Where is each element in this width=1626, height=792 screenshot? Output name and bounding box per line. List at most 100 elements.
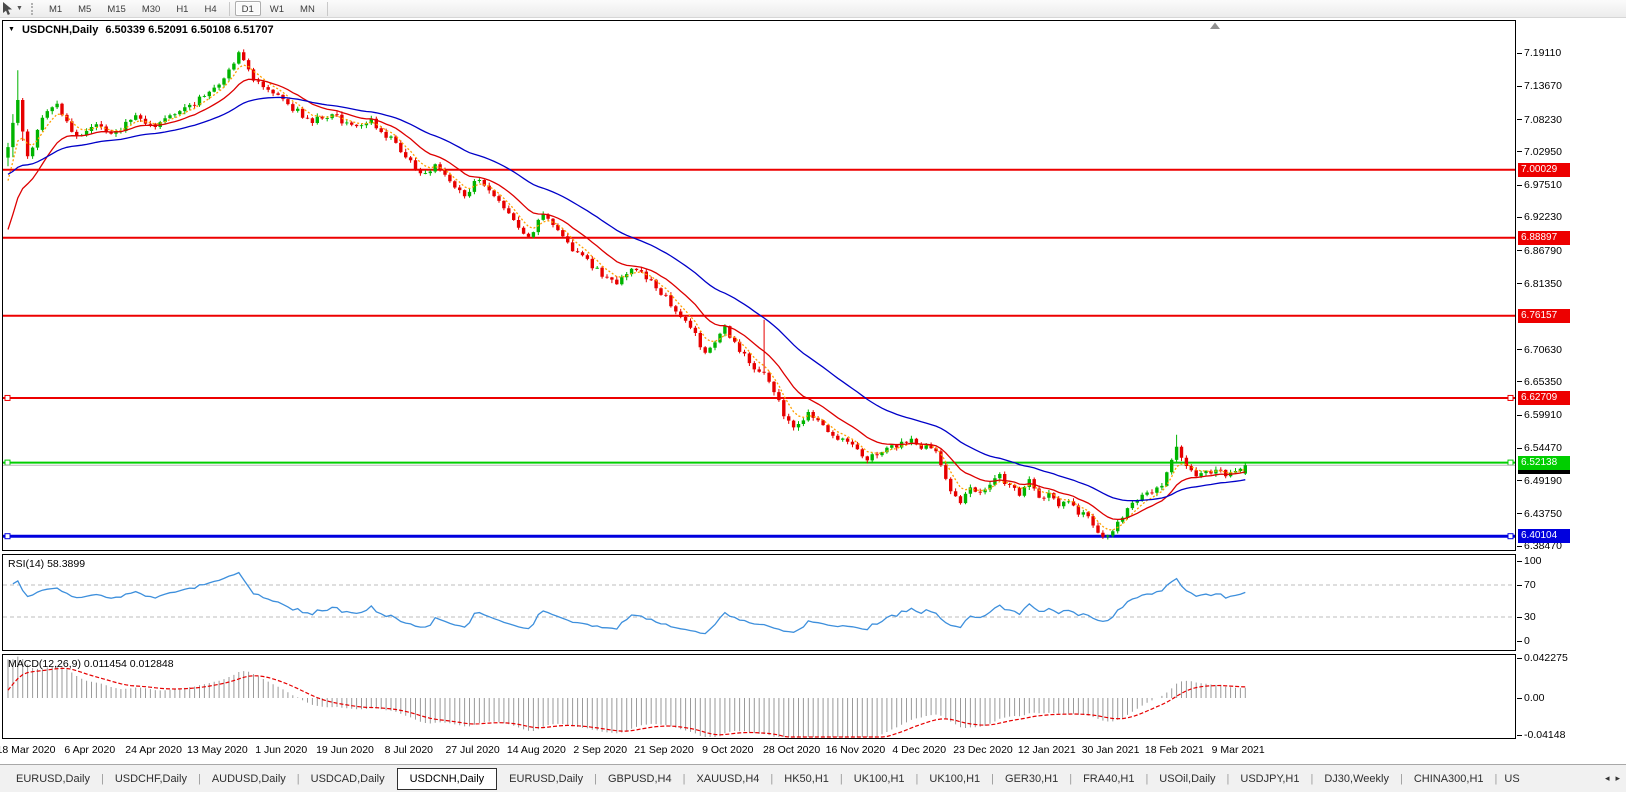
- symbol-tab-usoil-daily[interactable]: USOil,Daily: [1149, 768, 1225, 790]
- level-line-handle[interactable]: [5, 460, 10, 465]
- axis-tick-mark: [1517, 617, 1522, 618]
- timeframe-button-h4[interactable]: H4: [197, 1, 223, 16]
- level-price-label-6.88897: 6.88897: [1518, 231, 1570, 245]
- cursor-tool-button[interactable]: ▼: [1, 1, 26, 16]
- symbol-tab-bar: EURUSD,Daily|USDCHF,Daily|AUDUSD,Daily|U…: [0, 764, 1626, 792]
- level-line-handle[interactable]: [1508, 534, 1513, 539]
- collapse-triangle-icon[interactable]: ▼: [8, 25, 15, 35]
- symbol-tab-gbpusd-h4[interactable]: GBPUSD,H4: [598, 768, 682, 790]
- macd-axis: 0.0422750.00-0.04148: [1516, 654, 1626, 740]
- axis-tick-mark: [1517, 513, 1522, 514]
- toolbar-divider: [229, 2, 230, 16]
- date-axis[interactable]: 18 Mar 20206 Apr 202024 Apr 202013 May 2…: [2, 741, 1516, 761]
- date-tick-label: 8 Jul 2020: [385, 744, 433, 756]
- pointer-cursor-icon: [1, 1, 14, 16]
- tab-separator: |: [991, 773, 994, 785]
- rsi-panel[interactable]: [2, 554, 1516, 651]
- price-tick-label: 6.54470: [1524, 442, 1562, 454]
- axis-tick-mark: [1517, 250, 1522, 251]
- symbol-tab-usdcnh-daily[interactable]: USDCNH,Daily: [397, 768, 498, 790]
- rsi-tick-label: 70: [1524, 579, 1536, 591]
- symbol-tab-partial[interactable]: US: [1498, 768, 1519, 790]
- main-chart-border: [3, 21, 1516, 551]
- axis-tick-mark: [1517, 641, 1522, 642]
- price-tick-label: 7.19110: [1524, 47, 1561, 59]
- chart-ohlc-values: 6.50339 6.52091 6.50108 6.51707: [105, 24, 273, 36]
- date-tick-label: 27 Jul 2020: [445, 744, 499, 756]
- tab-separator: |: [1311, 773, 1314, 785]
- chevron-down-icon: ▼: [16, 5, 23, 12]
- price-tick-label: 6.92230: [1524, 211, 1562, 223]
- axis-tick-mark: [1517, 546, 1522, 547]
- date-tick-label: 18 Feb 2021: [1145, 744, 1204, 756]
- date-tick-label: 21 Sep 2020: [634, 744, 694, 756]
- level-price-label-6.52138: 6.52138: [1518, 456, 1570, 470]
- symbol-tab-usdjpy-h1[interactable]: USDJPY,H1: [1230, 768, 1309, 790]
- tab-separator: |: [1495, 773, 1498, 785]
- level-line-handle[interactable]: [1508, 460, 1513, 465]
- rsi-panel-border: [3, 555, 1516, 651]
- main-price-chart[interactable]: [2, 20, 1516, 551]
- date-tick-label: 6 Apr 2020: [64, 744, 115, 756]
- date-tick-label: 28 Oct 2020: [763, 744, 820, 756]
- rsi-indicator-label: RSI(14) 58.3899: [8, 558, 85, 570]
- timeframe-button-m5[interactable]: M5: [71, 1, 98, 16]
- tab-separator: |: [1400, 773, 1403, 785]
- rsi-axis: 10070300: [1516, 554, 1626, 651]
- tab-scroll-left-button[interactable]: ◂: [1605, 773, 1610, 784]
- symbol-tab-eurusd-daily[interactable]: EURUSD,Daily: [6, 768, 100, 790]
- axis-tick-mark: [1517, 448, 1522, 449]
- rsi-tick-label: 30: [1524, 611, 1536, 623]
- price-tick-label: 7.13670: [1524, 80, 1562, 92]
- symbol-tab-uk100-h1[interactable]: UK100,H1: [919, 768, 990, 790]
- price-tick-label: 6.97510: [1524, 179, 1562, 191]
- level-line-handle[interactable]: [5, 534, 10, 539]
- timeframe-button-m15[interactable]: M15: [100, 1, 132, 16]
- price-tick-label: 6.65350: [1524, 376, 1562, 388]
- macd-tick-label: -0.04148: [1524, 729, 1565, 741]
- tab-scroll-right-button[interactable]: ▸: [1615, 773, 1620, 784]
- symbol-tab-usdcad-daily[interactable]: USDCAD,Daily: [301, 768, 395, 790]
- symbol-tab-eurusd-daily[interactable]: EURUSD,Daily: [499, 768, 593, 790]
- level-price-label-6.62709: 6.62709: [1518, 391, 1570, 405]
- timeframe-button-h1[interactable]: H1: [169, 1, 195, 16]
- symbol-tab-dj30-weekly[interactable]: DJ30,Weekly: [1314, 768, 1399, 790]
- timeframe-button-m1[interactable]: M1: [42, 1, 69, 16]
- date-tick-label: 4 Dec 2020: [892, 744, 946, 756]
- price-axis: 7.19110 7.13670 7.08230 7.02950 6.97510 6.922…: [1516, 20, 1626, 553]
- macd-tick-label: 0.00: [1524, 692, 1544, 704]
- symbol-tab-uk100-h1[interactable]: UK100,H1: [844, 768, 915, 790]
- symbol-tab-hk50-h1[interactable]: HK50,H1: [774, 768, 839, 790]
- rsi-tick-label: 100: [1524, 555, 1542, 567]
- symbol-tab-china300-h1[interactable]: CHINA300,H1: [1404, 768, 1494, 790]
- axis-tick-mark: [1517, 381, 1522, 382]
- tab-separator: |: [916, 773, 919, 785]
- timeframe-button-d1[interactable]: D1: [235, 1, 261, 16]
- tab-separator: |: [594, 773, 597, 785]
- date-tick-label: 9 Mar 2021: [1212, 744, 1265, 756]
- symbol-tab-fra40-h1[interactable]: FRA40,H1: [1073, 768, 1144, 790]
- timeframe-button-mn[interactable]: MN: [293, 1, 322, 16]
- axis-tick-mark: [1517, 217, 1522, 218]
- symbol-tab-ger30-h1[interactable]: GER30,H1: [995, 768, 1068, 790]
- timeframe-button-w1[interactable]: W1: [263, 1, 291, 16]
- symbol-tab-usdchf-daily[interactable]: USDCHF,Daily: [105, 768, 197, 790]
- level-line-handle[interactable]: [1508, 395, 1513, 400]
- tab-separator: |: [1227, 773, 1230, 785]
- level-line-handle[interactable]: [5, 395, 10, 400]
- axis-tick-mark: [1517, 283, 1522, 284]
- tab-separator: |: [297, 773, 300, 785]
- date-tick-label: 16 Nov 2020: [826, 744, 886, 756]
- price-tick-label: 7.02950: [1524, 146, 1562, 158]
- symbol-tab-xauusd-h4[interactable]: XAUUSD,H4: [686, 768, 769, 790]
- date-tick-label: 19 Jun 2020: [316, 744, 374, 756]
- price-tick-label: 7.08230: [1524, 114, 1562, 126]
- toolbar-grip-handle[interactable]: [31, 3, 34, 15]
- date-tick-label: 30 Jan 2021: [1082, 744, 1140, 756]
- chart-title: ▼ USDCNH,Daily 6.50339 6.52091 6.50108 6…: [8, 24, 274, 36]
- timeframe-button-m30[interactable]: M30: [135, 1, 167, 16]
- macd-panel[interactable]: [2, 654, 1516, 739]
- axis-tick-mark: [1517, 86, 1522, 87]
- date-tick-label: 14 Aug 2020: [507, 744, 566, 756]
- symbol-tab-audusd-daily[interactable]: AUDUSD,Daily: [202, 768, 296, 790]
